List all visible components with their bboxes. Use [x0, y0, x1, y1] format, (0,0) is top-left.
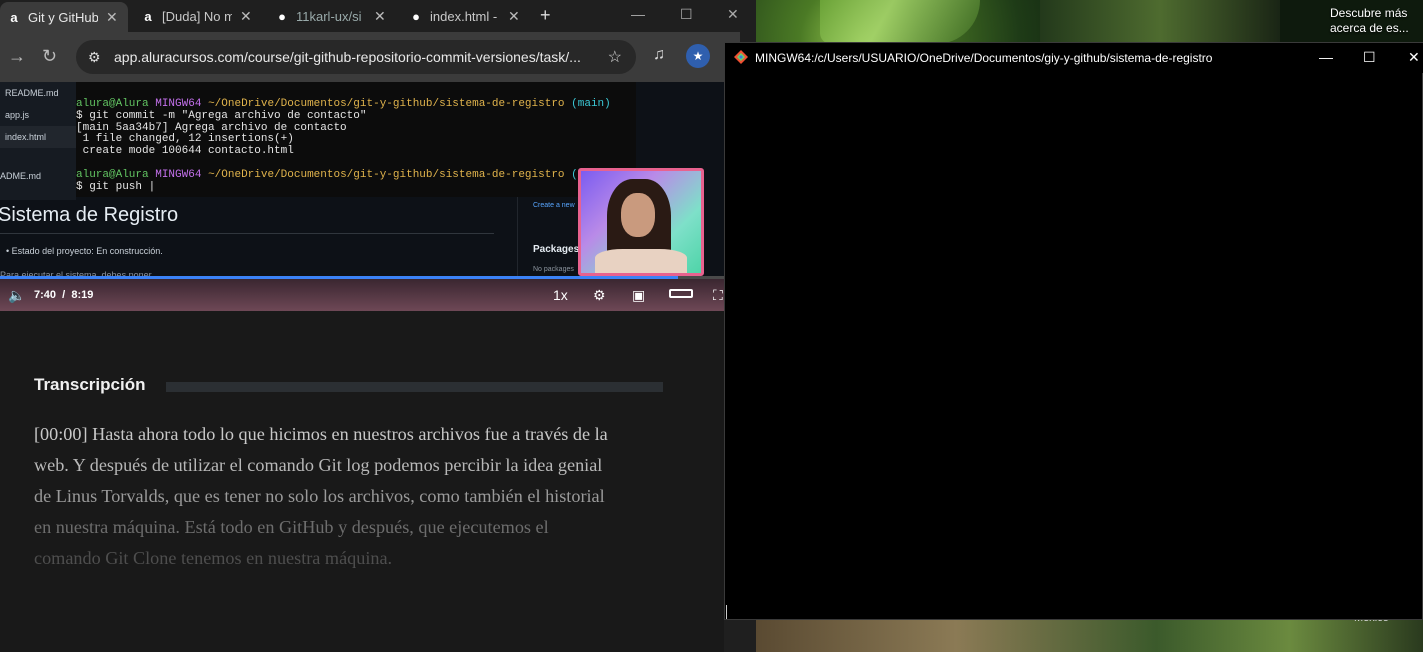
alura-icon: a [144, 8, 152, 24]
reload-icon[interactable]: ↻ [42, 46, 57, 67]
transcript-heading-rule [166, 382, 663, 392]
video-controls: 🔈 7:40 / 8:19 1x ⚙ ▣ ⛶ [0, 279, 724, 311]
maximize-icon[interactable]: ☐ [680, 6, 693, 23]
transcript-line: de Linus Torvalds, que es tener no solo … [34, 486, 605, 506]
tab-title: 11karl-ux/si [296, 8, 362, 24]
transcript-text: [00:00] Hasta ahora todo lo que hicimos … [34, 419, 674, 574]
git-bash-icon [734, 50, 748, 64]
bookmark-star-icon[interactable]: ☆ [608, 47, 622, 67]
site-info-icon[interactable]: ⚙ [88, 49, 108, 66]
webcam-figure-shirt [595, 249, 687, 273]
close-tab-icon[interactable]: ✕ [374, 8, 386, 25]
git-bash-titlebar: MINGW64:/c/Users/USUARIO/OneDrive/Docume… [725, 43, 1423, 73]
git-bash-title: MINGW64:/c/Users/USUARIO/OneDrive/Docume… [755, 51, 1213, 65]
readme-tab-label: ADME.md [0, 171, 42, 181]
time-current: 7:40 [34, 289, 57, 301]
github-icon: ● [412, 8, 420, 24]
term-host: MINGW64 [155, 168, 202, 181]
minimize-icon[interactable]: — [1319, 49, 1333, 65]
wallpaper-bottom [756, 620, 1423, 652]
fullscreen-icon[interactable]: ⛶ [713, 287, 723, 304]
close-tab-icon[interactable]: ✕ [240, 8, 252, 25]
tab-github-repo[interactable]: ● 11karl-ux/si ✕ [268, 4, 396, 28]
time-separator: / [62, 289, 66, 301]
transcript-line: comando Git Clone tenemos en nuestra máq… [34, 548, 393, 568]
no-packages-text: No packages [533, 266, 574, 273]
term-output: create mode 100644 contacto.html [76, 145, 294, 158]
term-branch: (main) [571, 98, 611, 110]
new-tab-button[interactable]: + [540, 5, 551, 26]
file-item[interactable]: README.md [0, 82, 76, 104]
playback-speed-button[interactable]: 1x [553, 287, 568, 303]
maximize-icon[interactable]: ☐ [1363, 49, 1376, 66]
transcript-line: web. Y después de utilizar el comando Gi… [34, 455, 603, 475]
tab-duda[interactable]: a [Duda] No m ✕ [134, 4, 262, 28]
transcript-line: en nuestra máquina. Está todo en GitHub … [34, 517, 549, 537]
address-bar[interactable]: ⚙ app.aluracursos.com/course/git-github-… [76, 40, 636, 74]
video-player[interactable]: README.md app.js index.html ADME.md alur… [0, 82, 724, 311]
webcam-figure-face [621, 193, 655, 237]
browser-toolbar: → ↻ ⚙ app.aluracursos.com/course/git-git… [0, 32, 740, 82]
close-window-icon[interactable]: ✕ [1408, 49, 1420, 66]
readme-bullet: • Estado del proyecto: En construcción. [6, 246, 163, 256]
git-bash-window[interactable]: MINGW64:/c/Users/USUARIO/OneDrive/Docume… [724, 42, 1423, 620]
browser-window: a Git y GitHub ✕ a [Duda] No m ✕ ● 11kar… [0, 0, 756, 652]
transcript-line: [00:00] Hasta ahora todo lo que hicimos … [34, 424, 608, 444]
term-path: ~/OneDrive/Documentos/git-y-github/siste… [208, 168, 565, 181]
volume-icon[interactable]: 🔈 [8, 287, 25, 304]
close-tab-icon[interactable]: ✕ [508, 8, 520, 25]
tab-title: [Duda] No m [162, 8, 232, 24]
close-tab-icon[interactable]: ✕ [106, 9, 118, 26]
wallpaper-foliage [1040, 0, 1280, 42]
packages-heading: Packages [533, 244, 580, 255]
create-new-link: Create a new [533, 202, 575, 209]
term-cmd-commit: $ git commit -m "Agrega archivo de conta… [76, 109, 367, 122]
tab-title: index.html - [430, 8, 498, 24]
profile-avatar[interactable]: ★ [686, 44, 710, 68]
video-time: 7:40 / 8:19 [34, 289, 93, 301]
terminal-cursor [726, 605, 727, 619]
spotlight-line1: Descubre más [1330, 6, 1408, 20]
wallpaper-plant [820, 0, 980, 44]
transcript-section: Transcripción [00:00] Hasta ahora todo l… [0, 311, 724, 652]
term-path: ~/OneDrive/Documentos/git-y-github/siste… [208, 98, 565, 110]
term-cmd-push: $ git push | [76, 180, 156, 193]
divider [0, 233, 494, 234]
forward-icon[interactable]: → [8, 46, 26, 67]
tab-strip: a Git y GitHub ✕ a [Duda] No m ✕ ● 11kar… [0, 0, 756, 32]
file-item[interactable]: index.html [0, 126, 76, 148]
tab-title: Git y GitHub [28, 9, 98, 25]
url-text: app.aluracursos.com/course/git-github-re… [114, 49, 581, 65]
file-item[interactable]: app.js [0, 104, 76, 126]
readme-title: Sistema de Registro [0, 204, 179, 226]
transcript-heading: Transcripción [34, 375, 146, 394]
readme-bullet-text: Estado del proyecto: En construcción. [11, 246, 163, 256]
time-total: 8:19 [71, 289, 94, 301]
alura-icon: a [10, 9, 18, 25]
term-host: MINGW64 [155, 98, 202, 110]
tab-git-github[interactable]: a Git y GitHub ✕ [0, 2, 128, 32]
spotlight-line2: acerca de es... [1330, 21, 1409, 35]
instructor-webcam [578, 168, 704, 276]
picture-in-picture-icon[interactable]: ▣ [632, 287, 645, 304]
term-user: alura@Alura [76, 168, 149, 181]
media-control-icon[interactable]: ♫ [653, 46, 665, 64]
tab-index-html[interactable]: ● index.html - ✕ [402, 4, 530, 28]
file-explorer-list: README.md app.js index.html [0, 82, 76, 200]
close-window-icon[interactable]: ✕ [727, 6, 739, 23]
minimize-icon[interactable]: — [631, 6, 645, 22]
spotlight-widget[interactable]: Descubre más acerca de es... [1330, 6, 1420, 36]
video-terminal: alura@Alura MINGW64 ~/OneDrive/Documento… [76, 82, 636, 197]
settings-gear-icon[interactable]: ⚙ [593, 287, 606, 304]
term-user: alura@Alura [76, 98, 149, 110]
github-icon: ● [278, 8, 286, 24]
theater-mode-icon[interactable] [669, 289, 693, 298]
